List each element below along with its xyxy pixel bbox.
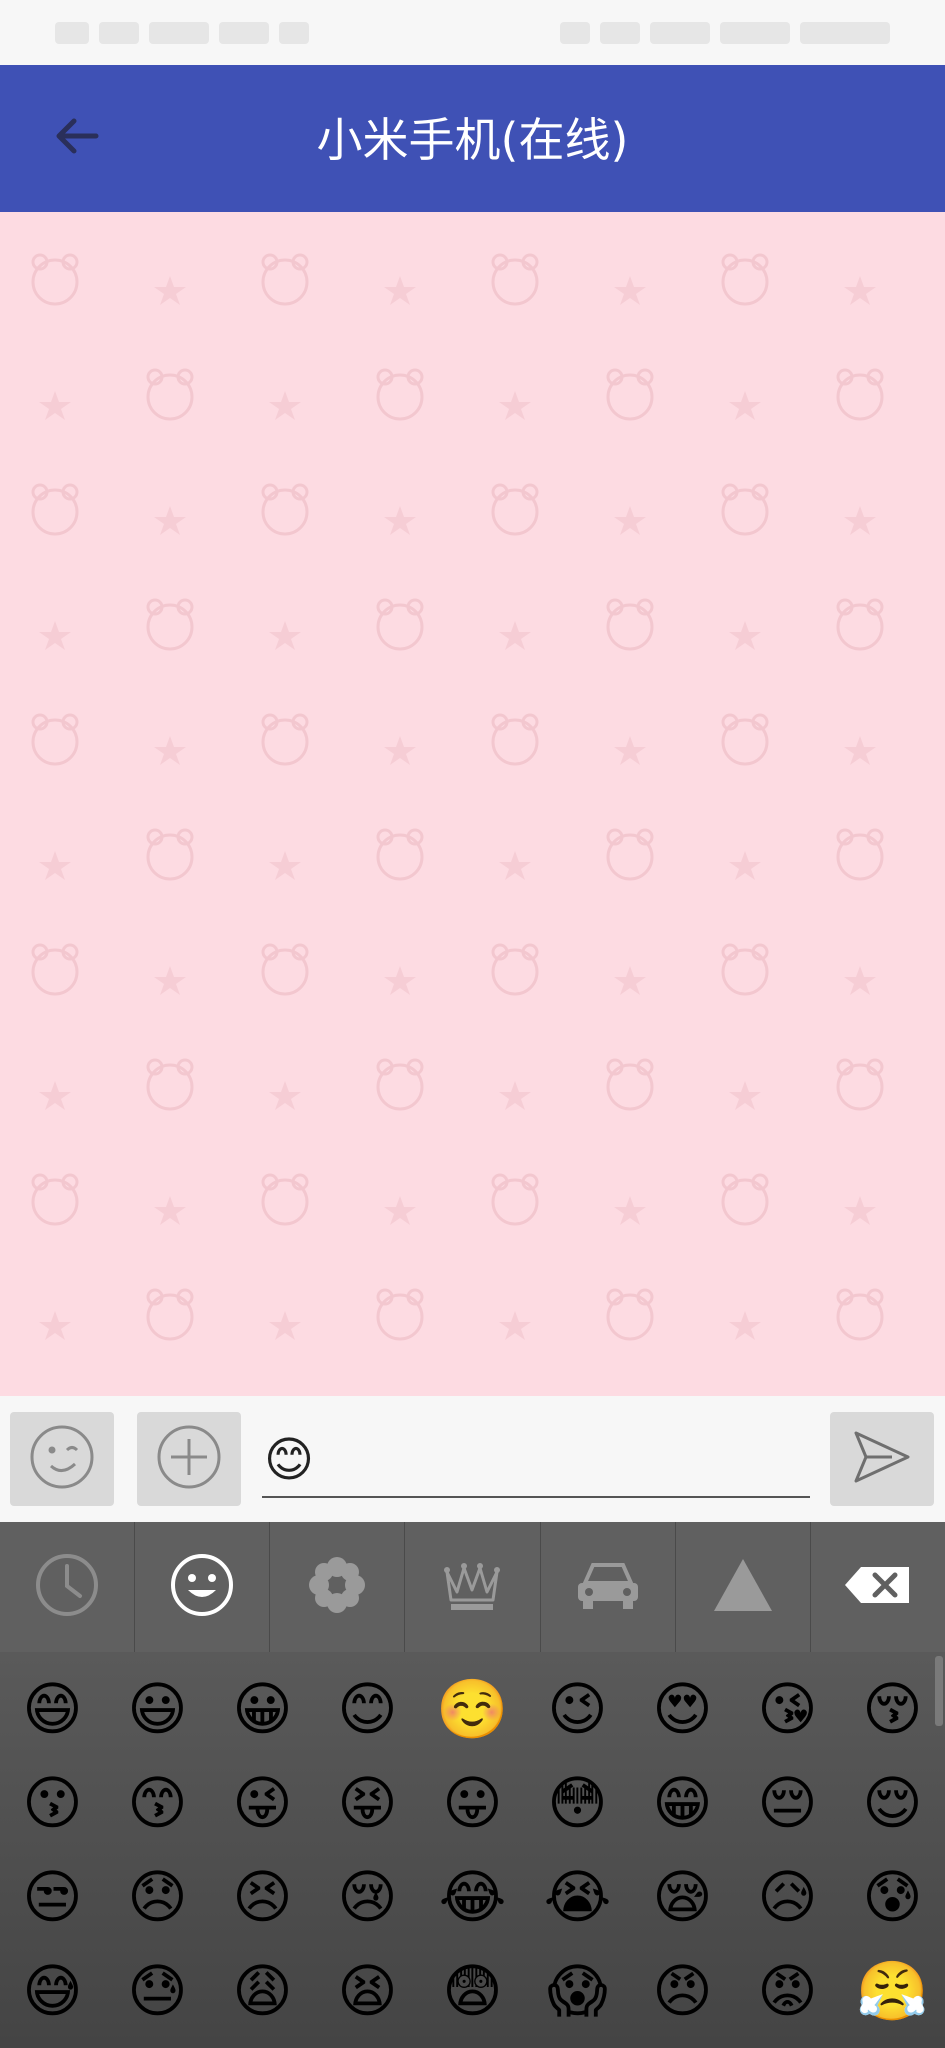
emoji-key[interactable]: 😗: [0, 1756, 105, 1850]
emoji-key[interactable]: 😊: [315, 1662, 420, 1756]
flower-icon: [304, 1552, 370, 1622]
tab-recent[interactable]: [0, 1522, 136, 1652]
clock-icon: [34, 1552, 100, 1622]
emoji-key[interactable]: 😁: [630, 1756, 735, 1850]
emoji-key[interactable]: 😷: [315, 2038, 420, 2048]
plus-circle-icon: [156, 1424, 222, 1494]
emoji-key[interactable]: 😟: [840, 2038, 945, 2048]
back-button[interactable]: [40, 101, 114, 175]
emoji-key[interactable]: 😵: [630, 2038, 735, 2048]
emoji-key[interactable]: 😆: [105, 2038, 210, 2048]
emoji-key[interactable]: 😌: [840, 1756, 945, 1850]
send-button[interactable]: [830, 1412, 934, 1506]
emoji-category-tabs: [0, 1522, 945, 1652]
emoji-key[interactable]: 😤: [840, 1944, 945, 2038]
emoji-key[interactable]: 😂: [420, 1850, 525, 1944]
crown-icon: [439, 1552, 505, 1622]
wink-face-icon: [29, 1424, 95, 1494]
emoji-key[interactable]: 😎: [420, 2038, 525, 2048]
send-icon: [852, 1429, 912, 1489]
triangle-icon: [710, 1555, 776, 1619]
emoji-key[interactable]: 😒: [0, 1850, 105, 1944]
emoji-key[interactable]: 😋: [210, 2038, 315, 2048]
emoji-picker-panel: 😄😃😀😊☺️😉😍😘😚 😗😙😜😝😛😳😁😔😌 😒😞😣😢😂😭😪😥😰 😅😓😩😫😨😱😠😡😤 😖😆😋…: [0, 1652, 945, 2048]
tab-nature[interactable]: [270, 1522, 406, 1652]
smiley-icon: [169, 1552, 235, 1622]
emoji-key[interactable]: 😛: [420, 1756, 525, 1850]
emoji-key[interactable]: ☺️: [420, 1662, 525, 1756]
chat-background-pattern: [0, 212, 945, 1396]
emoji-key[interactable]: 😲: [735, 2038, 840, 2048]
emoji-key[interactable]: 😱: [525, 1944, 630, 2038]
emoji-toggle-button[interactable]: [10, 1412, 114, 1506]
emoji-key[interactable]: 😫: [315, 1944, 420, 2038]
emoji-key[interactable]: 😅: [0, 1944, 105, 2038]
emoji-key[interactable]: 😪: [630, 1850, 735, 1944]
message-input[interactable]: [262, 1424, 810, 1498]
emoji-key[interactable]: 😨: [420, 1944, 525, 2038]
emoji-key[interactable]: 😜: [210, 1756, 315, 1850]
status-bar: [0, 0, 945, 65]
emoji-key[interactable]: 😓: [105, 1944, 210, 2038]
emoji-key[interactable]: 😴: [525, 2038, 630, 2048]
emoji-key[interactable]: 😰: [840, 1850, 945, 1944]
arrow-left-icon: [52, 111, 102, 165]
backspace-button[interactable]: [811, 1522, 945, 1652]
status-left-indicators: [55, 18, 309, 48]
emoji-grid: 😄😃😀😊☺️😉😍😘😚 😗😙😜😝😛😳😁😔😌 😒😞😣😢😂😭😪😥😰 😅😓😩😫😨😱😠😡😤 😖😆😋…: [0, 1662, 945, 2048]
emoji-key[interactable]: 😣: [210, 1850, 315, 1944]
emoji-scrollbar[interactable]: [935, 1656, 943, 1726]
emoji-key[interactable]: 😥: [735, 1850, 840, 1944]
emoji-key[interactable]: 😠: [630, 1944, 735, 2038]
backspace-icon: [843, 1565, 913, 1609]
emoji-key[interactable]: 😳: [525, 1756, 630, 1850]
emoji-key[interactable]: 😢: [315, 1850, 420, 1944]
chat-message-area[interactable]: [0, 212, 945, 1396]
add-attachment-button[interactable]: [137, 1412, 241, 1506]
tab-symbols[interactable]: [676, 1522, 811, 1652]
app-bar: 小米手机(在线): [0, 65, 945, 212]
emoji-key[interactable]: 😍: [630, 1662, 735, 1756]
emoji-key[interactable]: 😘: [735, 1662, 840, 1756]
message-composer: [0, 1396, 945, 1522]
emoji-key[interactable]: 😉: [525, 1662, 630, 1756]
emoji-key[interactable]: 😔: [735, 1756, 840, 1850]
emoji-key[interactable]: 😡: [735, 1944, 840, 2038]
status-right-indicators: [560, 18, 890, 48]
emoji-key[interactable]: 😀: [210, 1662, 315, 1756]
emoji-key[interactable]: 😙: [105, 1756, 210, 1850]
page-title: 小米手机(在线): [316, 113, 629, 167]
car-icon: [573, 1555, 643, 1619]
emoji-key[interactable]: 😝: [315, 1756, 420, 1850]
emoji-key[interactable]: 😚: [840, 1662, 945, 1756]
emoji-key[interactable]: 😞: [105, 1850, 210, 1944]
tab-smileys[interactable]: [135, 1522, 271, 1652]
emoji-key[interactable]: 😄: [0, 1662, 105, 1756]
tab-places[interactable]: [541, 1522, 676, 1652]
emoji-key[interactable]: 😖: [0, 2038, 105, 2048]
tab-objects[interactable]: [405, 1522, 541, 1652]
emoji-key[interactable]: 😭: [525, 1850, 630, 1944]
emoji-key[interactable]: 😃: [105, 1662, 210, 1756]
emoji-key[interactable]: 😩: [210, 1944, 315, 2038]
